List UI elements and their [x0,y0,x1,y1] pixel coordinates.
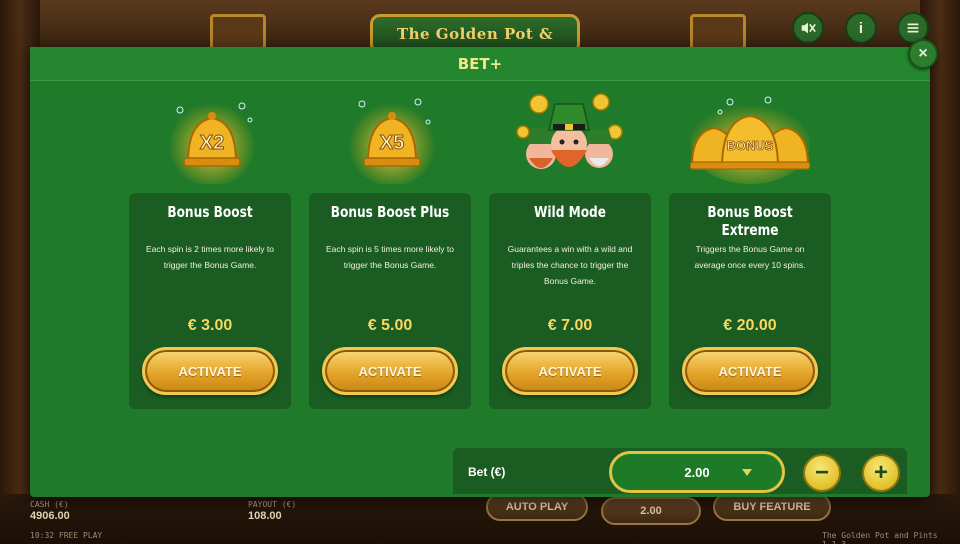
card-title: Wild Mode [533,203,606,221]
card-description: Each spin is 5 times more likely to trig… [325,244,455,270]
payout-label: PAYOUT (€) [248,500,297,509]
bell-x2-icon: X2 [152,92,272,186]
close-button[interactable]: × [908,39,938,69]
bonus-bells-icon: BONUS [689,92,811,184]
cash-value: 4906.00 [30,510,70,522]
clock-text: 10:32 FREE PLAY [30,531,103,540]
svg-text:BONUS: BONUS [727,138,774,153]
info-icon-label: i [858,19,864,37]
svg-text:X5: X5 [380,132,404,154]
modal-title: BET+ [30,47,930,81]
wild-mode-card: Wild Mode Guarantees a win with a wild a… [489,193,651,409]
cash-label: CASH (€) [30,500,69,509]
bonus-boost-plus-card: Bonus Boost Plus Each spin is 5 times mo… [309,193,471,409]
activate-button[interactable]: ACTIVATE [682,347,818,395]
card-price: € 20.00 [723,317,777,334]
increase-bet-button[interactable]: + [862,454,900,492]
bonus-boost-extreme-card: Bonus Boost Extreme Triggers the Bonus G… [669,193,831,409]
activate-button[interactable]: ACTIVATE [322,347,458,395]
frame-ornament [210,14,266,50]
card-price: € 5.00 [367,317,413,334]
card-price: € 7.00 [547,317,593,334]
card-description: Guarantees a win with a wild and triples… [507,244,633,286]
card-description: Triggers the Bonus Game on average once … [694,244,806,270]
bottom-bet-display[interactable]: 2.00 [601,497,701,525]
card-title: Bonus Boost Plus [330,203,450,221]
bonus-boost-card: Bonus Boost Each spin is 2 times more li… [129,193,291,409]
sound-muted-icon[interactable] [792,12,824,44]
chevron-down-icon [742,469,752,476]
bet-value: 2.00 [684,464,710,480]
card-price: € 3.00 [187,317,233,334]
bell-x5-icon: X5 [332,92,452,186]
card-description: Each spin is 2 times more likely to trig… [145,244,275,270]
svg-text:X2: X2 [200,132,224,154]
card-title: Bonus Boost Extreme [707,203,793,239]
bet-label: Bet (€) [468,465,506,479]
activate-button[interactable]: ACTIVATE [142,347,278,395]
frame-ornament [690,14,746,50]
decrease-bet-button[interactable]: − [803,454,841,492]
activate-button[interactable]: ACTIVATE [502,347,638,395]
auto-play-button[interactable]: AUTO PLAY [486,493,588,521]
buy-feature-button[interactable]: BUY FEATURE [713,493,831,521]
bet-dropdown[interactable]: 2.00 [609,451,785,493]
payout-value: 108.00 [248,510,282,522]
card-title: Bonus Boost [167,203,253,221]
leprechauns-icon [509,92,629,184]
info-icon[interactable]: i [845,12,877,44]
game-version: The Golden Pot and Pints 1.1.3 [822,531,938,544]
